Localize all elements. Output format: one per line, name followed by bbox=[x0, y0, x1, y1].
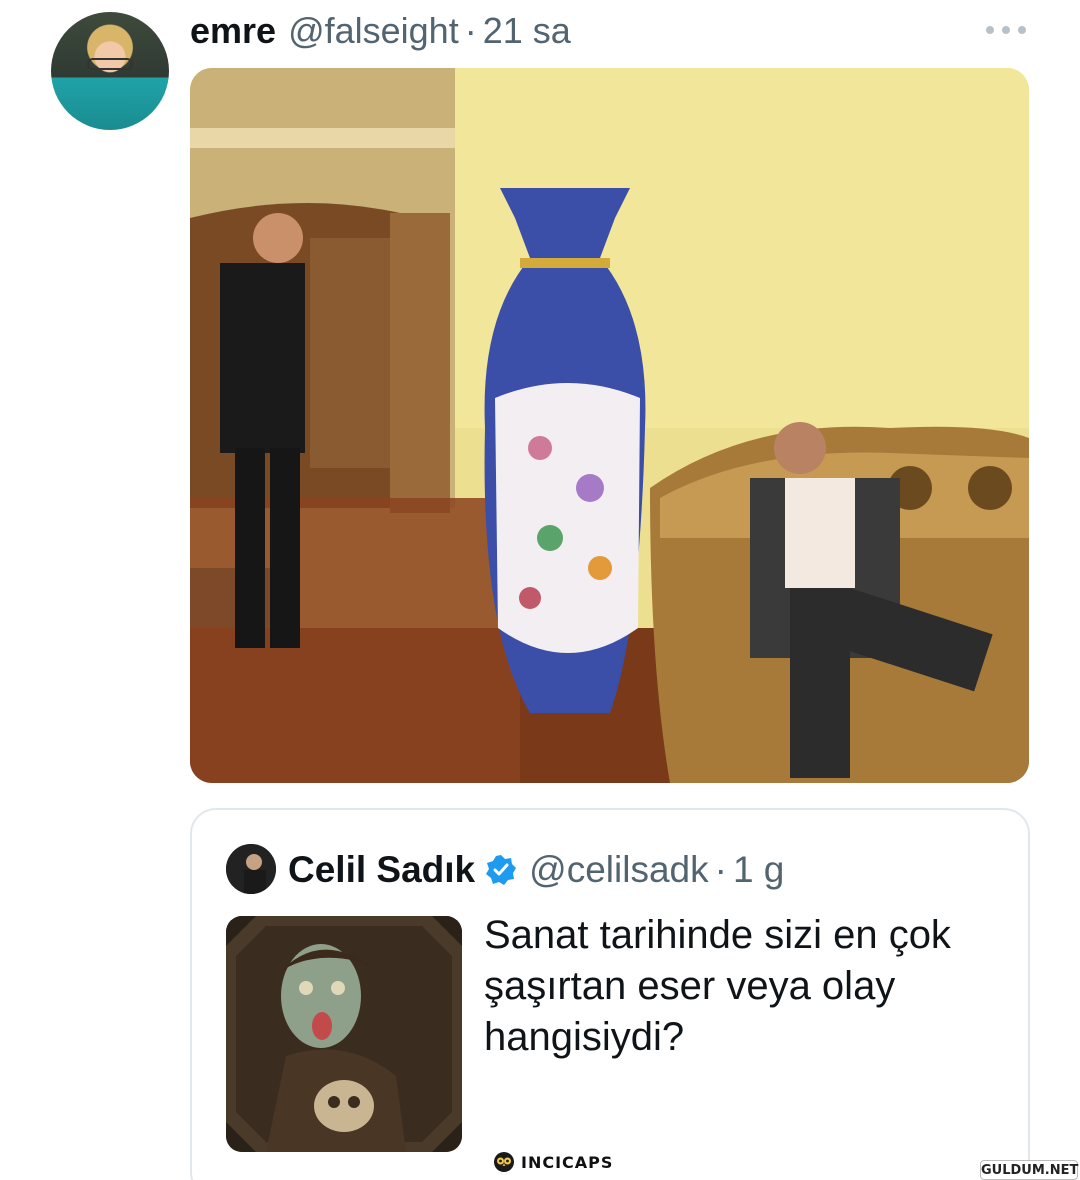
more-options-icon[interactable] bbox=[986, 22, 1026, 38]
quoted-tweet[interactable]: Celil Sadık @celilsadk · 1 g Sanat tarih… bbox=[190, 808, 1030, 1180]
separator-dot: · bbox=[464, 10, 477, 51]
verified-badge-icon bbox=[486, 855, 517, 885]
separator-dot: · bbox=[714, 849, 727, 890]
quoted-author-name[interactable]: Celil Sadık bbox=[288, 849, 475, 891]
incicaps-text: INCICAPS bbox=[521, 1152, 614, 1172]
tweet-photo-illustration bbox=[190, 68, 1029, 783]
quoted-author-handle[interactable]: @celilsadk bbox=[529, 849, 708, 891]
tweet-header: emre @falseight · 21 sa bbox=[190, 8, 571, 54]
tweet-time[interactable]: 21 sa bbox=[483, 10, 571, 52]
site-watermark: GULDUM.NET bbox=[980, 1160, 1078, 1180]
quoted-header: Celil Sadık @celilsadk · 1 g bbox=[288, 848, 784, 892]
author-handle[interactable]: @falseight bbox=[288, 10, 459, 52]
avatar-glasses bbox=[87, 58, 133, 70]
quoted-avatar-illustration bbox=[226, 844, 276, 894]
dot bbox=[986, 26, 994, 34]
dot bbox=[1002, 26, 1010, 34]
tweet-image[interactable] bbox=[190, 68, 1029, 783]
owl-icon bbox=[494, 1152, 514, 1172]
incicaps-watermark: INCICAPS bbox=[493, 1150, 613, 1174]
author-name[interactable]: emre bbox=[190, 10, 276, 52]
quoted-tweet-image[interactable] bbox=[226, 916, 462, 1152]
author-avatar[interactable] bbox=[51, 12, 169, 130]
painting-illustration bbox=[226, 916, 462, 1152]
quoted-author-avatar[interactable] bbox=[226, 844, 276, 894]
quoted-tweet-time[interactable]: 1 g bbox=[733, 849, 784, 891]
quoted-tweet-text: Sanat tarihinde sizi en çok şaşırtan ese… bbox=[484, 913, 951, 1059]
dot bbox=[1018, 26, 1026, 34]
